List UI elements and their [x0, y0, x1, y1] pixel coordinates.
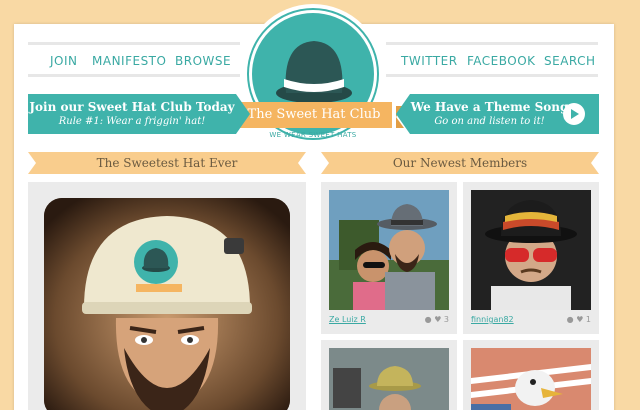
- member-name[interactable]: finnigan82: [471, 315, 514, 324]
- featured-card[interactable]: [28, 182, 306, 410]
- comment-icon: ●: [424, 315, 432, 324]
- member-card[interactable]: [321, 340, 457, 410]
- member-gold-hat-photo: [329, 348, 449, 410]
- like-icon: ♥: [576, 315, 584, 324]
- member-card[interactable]: finnigan82 ● ♥ 1: [463, 182, 599, 334]
- member-likes: 1: [585, 315, 591, 324]
- member-red-glasses-photo: [471, 190, 591, 310]
- play-icon[interactable]: [563, 103, 585, 125]
- helmet-man-photo: [44, 198, 290, 410]
- logo-tagline: WE WEAR SWEET HATS: [269, 131, 357, 139]
- nav-rule: [386, 74, 598, 77]
- nav-browse[interactable]: BROWSE: [175, 54, 231, 68]
- member-photo[interactable]: [471, 348, 591, 410]
- member-couple-photo: [329, 190, 449, 310]
- join-banner-title: Join our Sweet Hat Club Today: [29, 100, 235, 114]
- theme-song-banner[interactable]: We Have a Theme Song Go on and listen to…: [396, 94, 599, 134]
- member-eagle-photo: [471, 348, 591, 410]
- member-card[interactable]: [463, 340, 599, 410]
- nav-twitter[interactable]: TWITTER: [401, 54, 458, 68]
- nav-join[interactable]: JOIN: [50, 54, 78, 68]
- nav-facebook[interactable]: FACEBOOK: [467, 54, 536, 68]
- newest-section-title: Our Newest Members: [321, 152, 599, 174]
- nav-rule: [28, 42, 240, 45]
- like-icon: ♥: [434, 315, 442, 324]
- join-banner[interactable]: Join our Sweet Hat Club Today Rule #1: W…: [28, 94, 250, 134]
- nav-search[interactable]: SEARCH: [544, 54, 596, 68]
- nav-rule: [28, 74, 240, 77]
- join-banner-subtitle: Rule #1: Wear a friggin' hat!: [58, 116, 206, 127]
- member-name[interactable]: Ze Luiz R: [329, 315, 366, 324]
- featured-section-title: The Sweetest Hat Ever: [28, 152, 306, 174]
- member-card[interactable]: Ze Luiz R ● ♥ 3: [321, 182, 457, 334]
- theme-song-subtitle: Go on and listen to it!: [434, 116, 545, 127]
- nav-manifesto[interactable]: MANIFESTO: [92, 54, 166, 68]
- member-photo[interactable]: [329, 348, 449, 410]
- member-stats: ● ♥ 3: [425, 315, 449, 324]
- nav-rule: [386, 42, 598, 45]
- member-stats: ● ♥ 1: [567, 315, 591, 324]
- logo-ribbon[interactable]: The Sweet Hat Club: [224, 102, 404, 128]
- featured-photo[interactable]: [44, 198, 290, 410]
- comment-icon: ●: [566, 315, 574, 324]
- member-likes: 3: [443, 315, 449, 324]
- member-photo[interactable]: [471, 190, 591, 310]
- member-photo[interactable]: [329, 190, 449, 310]
- theme-song-title: We Have a Theme Song: [410, 100, 569, 114]
